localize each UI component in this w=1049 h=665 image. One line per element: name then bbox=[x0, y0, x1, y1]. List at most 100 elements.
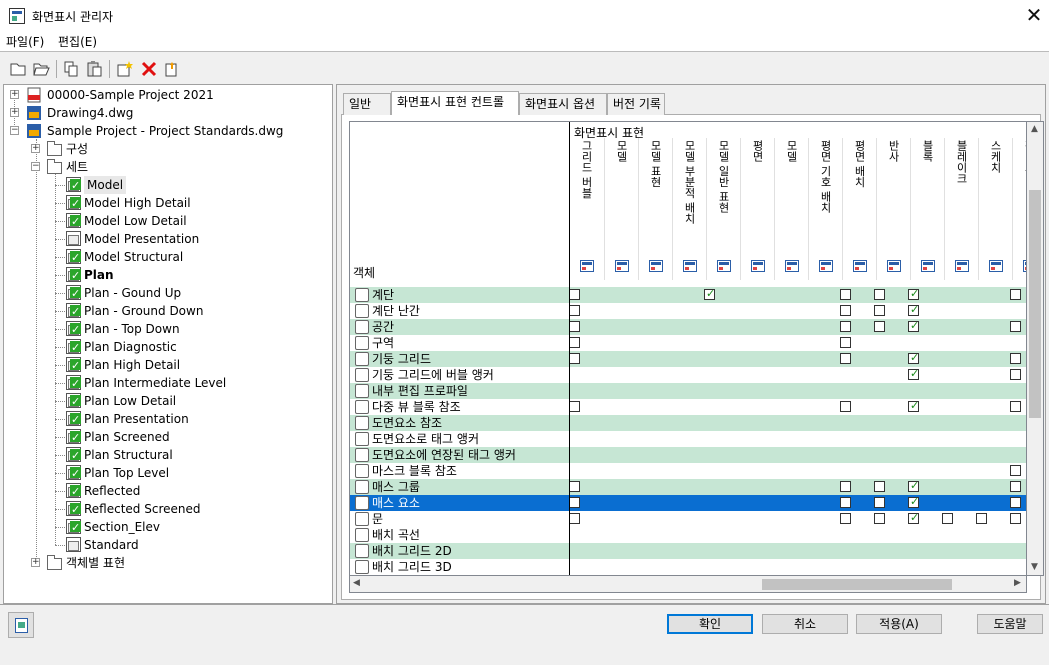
horizontal-scroll-thumb[interactable] bbox=[762, 579, 952, 590]
tree-item-set[interactable]: Model bbox=[4, 176, 330, 195]
display-checkbox[interactable] bbox=[874, 305, 885, 316]
open-icon[interactable] bbox=[32, 60, 50, 78]
purge-icon[interactable] bbox=[163, 60, 181, 78]
view-drawing-button[interactable] bbox=[8, 612, 34, 638]
tree-item-set[interactable]: Plan High Detail bbox=[4, 356, 330, 375]
display-checkbox[interactable] bbox=[840, 353, 851, 364]
tab-2[interactable]: 화면표시 옵션 bbox=[519, 93, 607, 115]
tree-item-project[interactable]: +00000-Sample Project 2021 bbox=[4, 86, 330, 104]
new-set-icon[interactable] bbox=[116, 60, 134, 78]
column-header[interactable]: 평면 bbox=[740, 138, 774, 280]
column-header[interactable]: 모델 bbox=[774, 138, 808, 280]
display-checkbox[interactable] bbox=[569, 353, 580, 364]
grid-row[interactable]: 배치 그리드 2D bbox=[350, 543, 1026, 559]
expand-toggle-icon[interactable]: + bbox=[10, 108, 19, 117]
display-checkbox[interactable] bbox=[942, 513, 953, 524]
tab-3[interactable]: 버전 기록 bbox=[607, 93, 665, 115]
tree-item-config[interactable]: + 구성 bbox=[4, 140, 330, 158]
tree-item-set[interactable]: Plan Low Detail bbox=[4, 392, 330, 411]
display-checkbox[interactable] bbox=[569, 289, 580, 300]
display-checkbox[interactable] bbox=[569, 481, 580, 492]
grid-row[interactable]: 배치 곡선 bbox=[350, 527, 1026, 543]
tree-item-set[interactable]: Model Low Detail bbox=[4, 212, 330, 231]
cancel-button[interactable]: 취소 bbox=[762, 614, 848, 634]
grid-vertical-scrollbar[interactable]: ▲ ▼ bbox=[1027, 121, 1044, 576]
expand-toggle-icon[interactable]: + bbox=[31, 558, 40, 567]
grid-row[interactable]: 계단 bbox=[350, 287, 1026, 303]
grid-row[interactable]: 배치 그리드 3D bbox=[350, 559, 1026, 575]
tree-item-set[interactable]: Plan Intermediate Level bbox=[4, 374, 330, 393]
tree-item-set[interactable]: Plan Presentation bbox=[4, 410, 330, 429]
display-checkbox[interactable] bbox=[908, 479, 919, 492]
collapse-toggle-icon[interactable]: − bbox=[31, 162, 40, 171]
tree-item-set[interactable]: Plan - Gound Up bbox=[4, 284, 330, 303]
grid-row[interactable]: 공간 bbox=[350, 319, 1026, 335]
tree-item-set[interactable]: Reflected bbox=[4, 482, 330, 501]
display-checkbox[interactable] bbox=[1010, 353, 1021, 364]
tree-item-set[interactable]: Plan - Ground Down bbox=[4, 302, 330, 321]
paste-icon[interactable] bbox=[85, 60, 103, 78]
display-checkbox[interactable] bbox=[1010, 465, 1021, 476]
ok-button[interactable]: 확인 bbox=[667, 614, 753, 634]
tree-item-project[interactable]: + Drawing4.dwg bbox=[4, 104, 330, 122]
display-checkbox[interactable] bbox=[874, 513, 885, 524]
column-header[interactable]: 평면 블 bbox=[1012, 138, 1026, 280]
display-checkbox[interactable] bbox=[874, 481, 885, 492]
tree-item-set[interactable]: Plan Diagnostic bbox=[4, 338, 330, 357]
grid-row[interactable]: 매스 그룹 bbox=[350, 479, 1026, 495]
column-header[interactable]: 블레이크 bbox=[944, 138, 978, 280]
apply-button[interactable]: 적용(A) bbox=[856, 614, 942, 634]
close-icon[interactable]: ✕ bbox=[1019, 0, 1049, 30]
display-checkbox[interactable] bbox=[840, 497, 851, 508]
tree-item-set[interactable]: Plan - Top Down bbox=[4, 320, 330, 339]
menu-file[interactable]: 파일(F) bbox=[6, 33, 44, 50]
column-header[interactable]: 평면 기호 배치 bbox=[808, 138, 842, 280]
display-checkbox[interactable] bbox=[1010, 497, 1021, 508]
copy-icon[interactable] bbox=[62, 60, 80, 78]
new-icon[interactable] bbox=[9, 60, 27, 78]
scroll-up-icon[interactable]: ▲ bbox=[1031, 124, 1038, 134]
column-header[interactable]: 그리드 버블 bbox=[569, 138, 603, 280]
display-checkbox[interactable] bbox=[908, 495, 919, 508]
vertical-scroll-thumb[interactable] bbox=[1029, 190, 1041, 418]
display-checkbox[interactable] bbox=[976, 513, 987, 524]
grid-row[interactable]: 다중 뷰 블록 참조 bbox=[350, 399, 1026, 415]
display-checkbox[interactable] bbox=[840, 321, 851, 332]
display-checkbox[interactable] bbox=[874, 321, 885, 332]
column-header[interactable]: 블록 bbox=[910, 138, 944, 280]
grid-row[interactable]: 도면요소 참조 bbox=[350, 415, 1026, 431]
tree-item-set[interactable]: Plan bbox=[4, 266, 330, 285]
display-checkbox[interactable] bbox=[840, 305, 851, 316]
display-checkbox[interactable] bbox=[840, 289, 851, 300]
expand-toggle-icon[interactable]: − bbox=[10, 126, 19, 135]
column-header[interactable]: 모델 bbox=[604, 138, 638, 280]
column-header[interactable]: 반사 bbox=[876, 138, 910, 280]
grid-row[interactable]: 구역 bbox=[350, 335, 1026, 351]
tree-item-set[interactable]: Standard bbox=[4, 536, 330, 554]
display-checkbox[interactable] bbox=[840, 481, 851, 492]
tab-1[interactable]: 화면표시 표현 컨트롤 bbox=[391, 91, 519, 115]
display-checkbox[interactable] bbox=[1010, 321, 1021, 332]
tab-0[interactable]: 일반 bbox=[343, 93, 391, 115]
scroll-left-icon[interactable]: ◀ bbox=[353, 578, 360, 588]
tree-item-set[interactable]: Section_Elev bbox=[4, 518, 330, 537]
tree-item-set[interactable]: Model High Detail bbox=[4, 194, 330, 213]
column-header[interactable]: 평면 배치 bbox=[842, 138, 876, 280]
tree-item-set[interactable]: Plan Structural bbox=[4, 446, 330, 465]
grid-row[interactable]: 계단 난간 bbox=[350, 303, 1026, 319]
display-checkbox[interactable] bbox=[1010, 289, 1021, 300]
display-checkbox[interactable] bbox=[840, 513, 851, 524]
display-checkbox[interactable] bbox=[908, 287, 919, 300]
grid-horizontal-scrollbar[interactable]: ◀ ▶ bbox=[349, 576, 1027, 593]
expand-toggle-icon[interactable]: + bbox=[10, 90, 19, 99]
display-checkbox[interactable] bbox=[874, 289, 885, 300]
grid-row[interactable]: 기둥 그리드에 버블 앵커 bbox=[350, 367, 1026, 383]
tree-item-sets[interactable]: − 세트 bbox=[4, 158, 330, 176]
grid-row[interactable]: 문 bbox=[350, 511, 1026, 527]
column-header[interactable]: 모델 부분적 배치 bbox=[672, 138, 706, 280]
display-checkbox[interactable] bbox=[908, 319, 919, 332]
display-checkbox[interactable] bbox=[704, 287, 715, 300]
display-checkbox[interactable] bbox=[569, 401, 580, 412]
menu-edit[interactable]: 편집(E) bbox=[58, 33, 97, 50]
grid-row[interactable]: 도면요소로 태그 앵커 bbox=[350, 431, 1026, 447]
